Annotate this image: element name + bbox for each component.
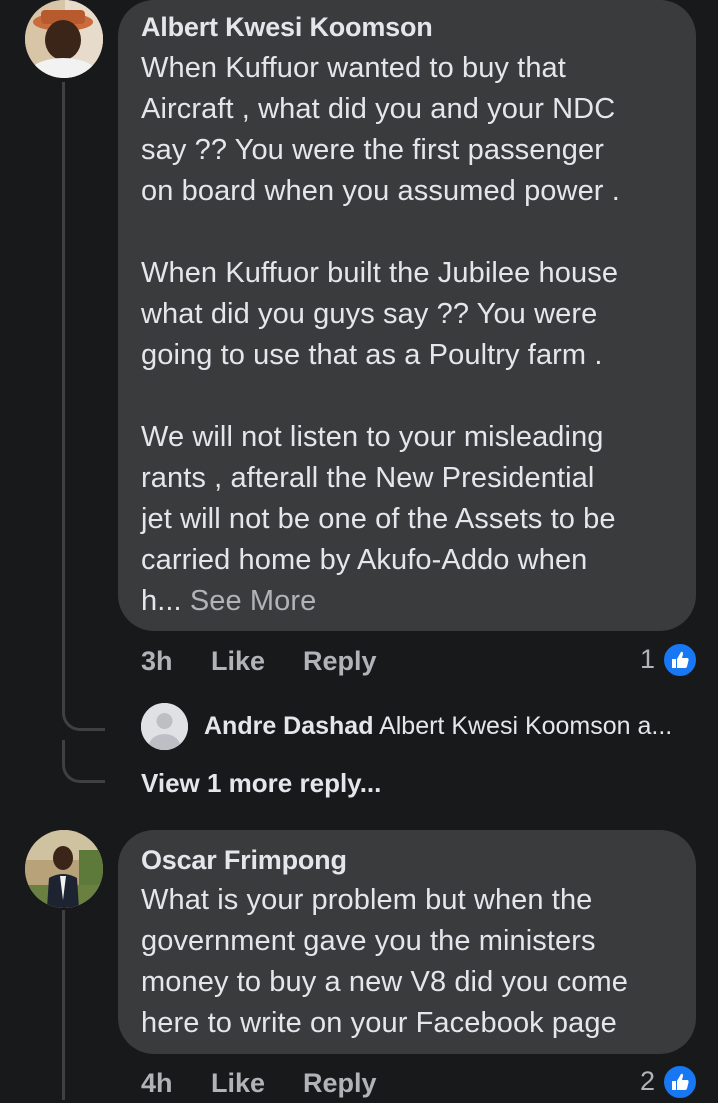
comment-author[interactable]: Oscar Frimpong bbox=[141, 845, 347, 876]
reply-author: Andre Dashad bbox=[204, 712, 374, 740]
comment-text: What is your problem but when the govern… bbox=[141, 884, 629, 1039]
like-button[interactable]: Like bbox=[211, 646, 265, 677]
reply-preview[interactable]: Andre Dashad Albert Kwesi Koomson a... bbox=[204, 712, 672, 741]
thread-line bbox=[62, 910, 65, 1100]
avatar[interactable] bbox=[25, 0, 103, 78]
thumbs-up-icon bbox=[672, 1073, 689, 1090]
thread-connector bbox=[62, 690, 105, 731]
avatar[interactable] bbox=[25, 830, 103, 908]
like-button[interactable]: Like bbox=[211, 1068, 265, 1099]
comment-timestamp[interactable]: 3h bbox=[141, 646, 173, 677]
reaction-count[interactable]: 2 bbox=[640, 1066, 655, 1097]
like-reaction-icon[interactable] bbox=[662, 1064, 698, 1100]
comment-author[interactable]: Albert Kwesi Koomson bbox=[141, 12, 433, 43]
like-reaction-icon[interactable] bbox=[662, 642, 698, 678]
avatar-photo bbox=[25, 0, 103, 78]
see-more-link[interactable]: See More bbox=[182, 585, 317, 617]
comment-timestamp[interactable]: 4h bbox=[141, 1068, 173, 1099]
avatar-photo bbox=[25, 830, 103, 908]
reply-snippet: Albert Kwesi Koomson a... bbox=[379, 712, 673, 740]
reply-button[interactable]: Reply bbox=[303, 1068, 377, 1099]
comment-body: When Kuffuor wanted to buy that Aircraft… bbox=[141, 52, 620, 617]
thread-line bbox=[62, 82, 65, 702]
default-avatar-icon bbox=[141, 703, 188, 750]
view-more-replies-link[interactable]: View 1 more reply... bbox=[141, 768, 381, 799]
reply-button[interactable]: Reply bbox=[303, 646, 377, 677]
reply-avatar[interactable] bbox=[141, 703, 188, 750]
reaction-count[interactable]: 1 bbox=[640, 644, 655, 675]
thumbs-up-icon bbox=[672, 651, 689, 668]
comment-text: When Kuffuor wanted to buy that Aircraft… bbox=[141, 48, 686, 622]
thread-connector bbox=[62, 740, 105, 783]
